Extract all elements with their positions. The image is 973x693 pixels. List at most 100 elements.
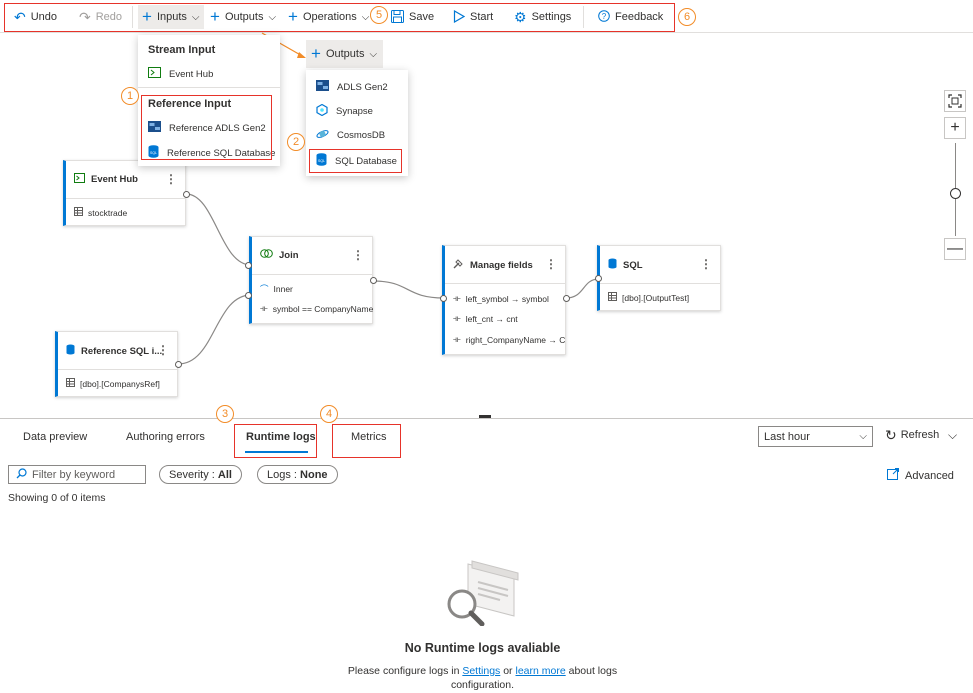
filter-input[interactable]: Filter by keyword [8,465,146,484]
join-type-label: Inner [273,284,293,294]
more-options-icon[interactable]: ⋮ [352,248,364,262]
node-header: Join [260,249,299,261]
node-row: [dbo].[OutputTest] [608,292,689,303]
node-row: stocktrade [74,207,127,218]
manage-fields-node[interactable]: Manage fields ⋮ ⟛ left_symbol → symbol ⟛… [442,245,566,355]
adls-icon [316,80,329,94]
zoom-slider-thumb[interactable] [950,188,961,199]
logs-filter-label: Logs : [267,468,297,481]
cosmosdb-icon [316,128,329,143]
empty-message-text: or [503,665,513,677]
learn-more-link[interactable]: learn more [515,665,565,677]
time-range-select[interactable]: Last hour ⌵ [758,426,873,447]
tab-data-preview[interactable]: Data preview [23,431,87,443]
panel-resize-handle[interactable] [479,415,491,418]
reference-input-highlight-box [141,95,272,160]
menu-item-synapse[interactable]: Synapse [316,103,373,119]
empty-state-title: No Runtime logs avaliable [404,641,561,655]
table-icon [74,207,83,218]
divider [600,283,720,284]
chevron-down-icon: ⌵ [859,431,867,442]
node-row-label: [dbo].[OutputTest] [622,292,690,303]
divider [252,274,372,275]
field-mapping-row: ⟛ left_symbol → symbol [453,293,549,304]
tab-authoring-errors[interactable]: Authoring errors [126,431,205,443]
node-title: SQL [623,259,643,271]
outputs-menu-label: Outputs [325,48,365,60]
fit-to-view-button[interactable] [944,90,966,112]
empty-state-illustration [447,560,519,626]
menu-item-label: Event Hub [169,68,214,80]
logs-filter-pill[interactable]: Logs : None [257,465,338,484]
field-icon: ⟛ [453,313,461,323]
more-options-icon[interactable]: ⋮ [157,343,169,357]
join-icon [260,249,273,261]
field-mapping-label: right_CompanyName → Cor [465,334,565,345]
menu-item-adls-gen2[interactable]: ADLS Gen2 [316,80,388,94]
node-row: [dbo].[CompanysRef] [66,378,160,389]
join-type-row: ⌒ Inner [260,283,293,295]
output-port[interactable] [175,361,182,368]
filter-placeholder: Filter by keyword [32,468,116,481]
empty-state-message-line2: configuration. [450,679,515,691]
input-port[interactable] [595,275,602,282]
sql-output-node[interactable]: SQL ⋮ [dbo].[OutputTest] [597,245,721,311]
items-count: Showing 0 of 0 items [8,492,106,504]
node-title: Manage fields [470,259,533,271]
severity-filter-pill[interactable]: Severity : All [159,465,242,484]
more-options-icon[interactable]: ⋮ [165,172,177,186]
divider [66,198,185,199]
table-icon [608,292,617,303]
plus-icon: + [311,44,321,63]
event-hub-icon [74,173,85,186]
event-hub-node[interactable]: Event Hub ⋮ stocktrade [63,160,186,226]
reference-sql-node[interactable]: Reference SQL i... ⋮ [dbo].[CompanysRef] [55,331,178,397]
menu-item-cosmosdb[interactable]: CosmosDB [316,128,385,143]
callout-3: 3 [216,405,234,423]
settings-link[interactable]: Settings [462,665,500,677]
callout-1: 1 [121,87,139,105]
empty-message-text: Please configure logs in [347,665,460,677]
node-title: Join [279,249,299,261]
divider [58,369,177,370]
node-header: Event Hub [74,173,138,186]
menu-item-event-hub[interactable]: Event Hub [148,67,213,81]
divider [445,283,565,284]
sql-database-highlight-box [309,149,402,173]
inner-join-icon: ⌒ [260,284,269,294]
more-options-icon[interactable]: ⋮ [545,257,557,271]
minus-icon: — [947,240,963,257]
metrics-highlight-box [332,424,401,458]
join-condition-label: symbol == CompanyName [272,303,374,314]
output-port[interactable] [183,191,190,198]
runtime-logs-highlight-box [234,424,317,458]
collapse-panel-button[interactable]: ⌵ [948,428,957,443]
outputs-menu-button[interactable]: + Outputs ⌵ [306,40,383,68]
open-external-icon [887,468,899,483]
input-port[interactable] [245,292,252,299]
advanced-button[interactable]: Advanced [887,468,954,483]
input-port[interactable] [440,295,447,302]
empty-message-text: about logs [568,665,618,677]
refresh-icon: ↻ [885,427,897,443]
more-options-icon[interactable]: ⋮ [700,257,712,271]
input-port[interactable] [245,262,252,269]
field-icon: ⟛ [453,334,461,344]
join-node[interactable]: Join ⋮ ⌒ Inner ⟛ symbol == CompanyName [249,236,373,324]
output-port[interactable] [370,277,377,284]
node-row-label: stocktrade [88,207,128,218]
fit-view-icon [948,94,962,108]
zoom-in-button[interactable]: + [944,117,966,139]
table-icon [66,378,75,389]
database-icon [608,258,617,272]
refresh-button[interactable]: ↻ Refresh [885,427,940,443]
refresh-label: Refresh [900,429,940,441]
node-title: Reference SQL i... [81,345,163,357]
severity-filter-label: Severity : [169,468,215,481]
database-icon [66,344,75,358]
field-mapping-label: left_symbol → symbol [465,293,549,304]
output-port[interactable] [563,295,570,302]
field-mapping-row: ⟛ left_cnt → cnt [453,313,518,324]
zoom-out-button[interactable]: — [944,238,966,260]
event-hub-icon [148,67,161,81]
